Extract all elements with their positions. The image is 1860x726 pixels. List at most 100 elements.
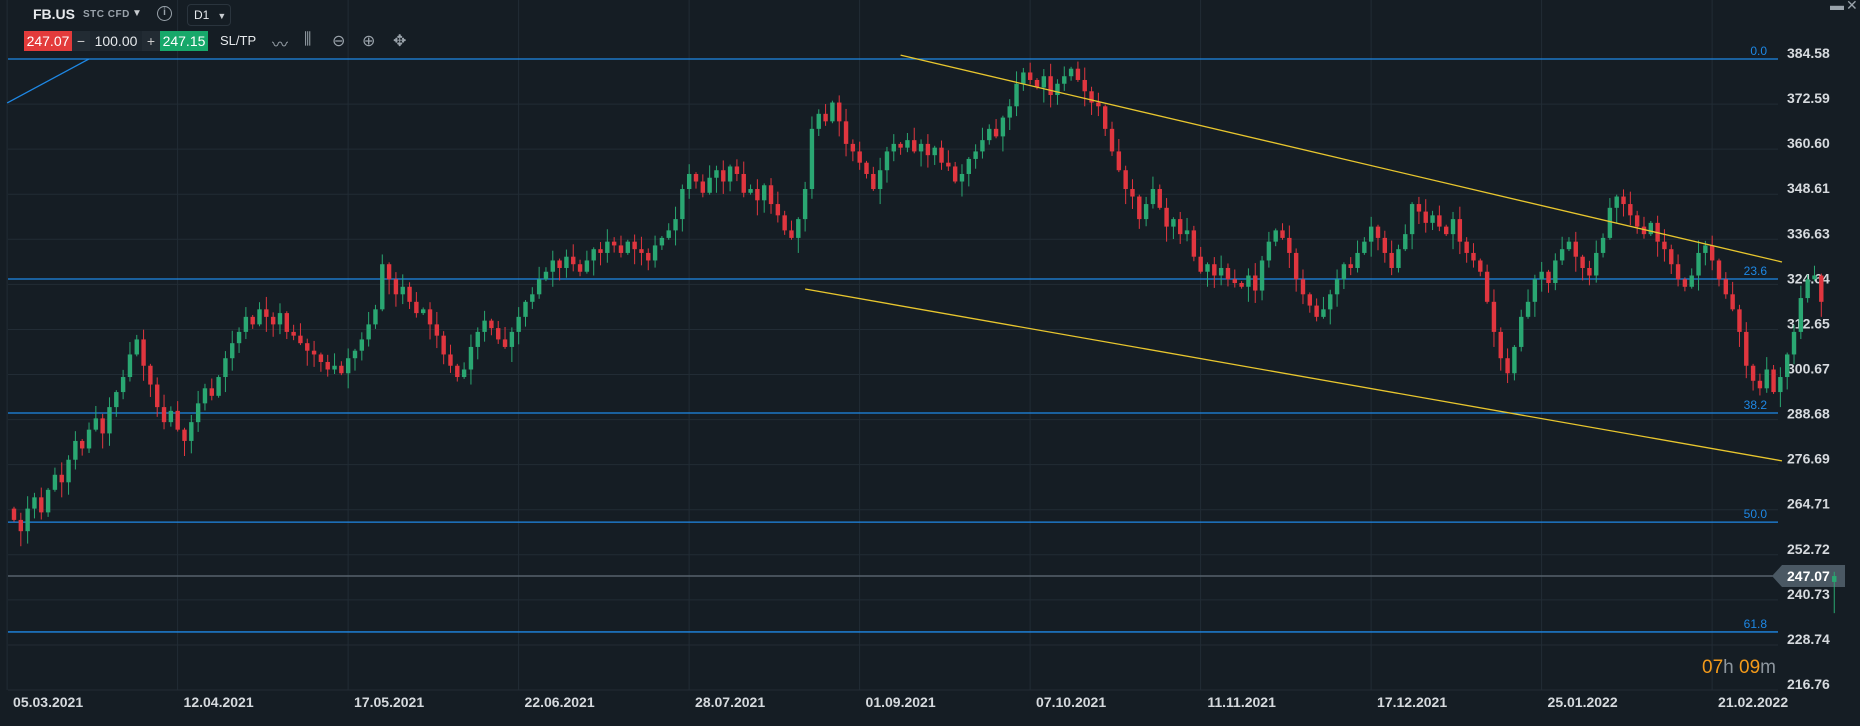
candle bbox=[393, 279, 399, 295]
fib-level-label: 38.2 bbox=[1744, 398, 1768, 412]
candle bbox=[659, 237, 665, 246]
sell-button[interactable]: 247.07 bbox=[24, 31, 72, 51]
candle bbox=[1259, 260, 1265, 291]
sltp-button[interactable]: SL/TP bbox=[220, 33, 256, 48]
zoom-out-icon[interactable]: ⊖ bbox=[332, 31, 345, 51]
candle bbox=[530, 294, 535, 302]
candle bbox=[782, 215, 787, 231]
info-icon[interactable]: i bbox=[157, 6, 172, 21]
price-chart[interactable]: 384.58372.59360.60348.61336.63324.64312.… bbox=[0, 0, 1860, 726]
candle bbox=[823, 113, 828, 122]
candle bbox=[1191, 230, 1197, 257]
timer-h-unit: h bbox=[1723, 657, 1734, 678]
candle bbox=[284, 313, 289, 332]
candle bbox=[311, 350, 317, 355]
candle bbox=[189, 422, 194, 441]
move-crosshair-icon[interactable]: ✥ bbox=[393, 31, 406, 51]
candle bbox=[1341, 264, 1347, 280]
candle bbox=[1764, 369, 1769, 389]
candle bbox=[1512, 346, 1517, 374]
candle bbox=[1000, 117, 1006, 137]
candle bbox=[1716, 260, 1722, 280]
candle bbox=[114, 392, 119, 408]
candle bbox=[1109, 128, 1115, 152]
candle bbox=[202, 388, 208, 404]
candle bbox=[1123, 170, 1128, 190]
price-tick-label: 312.65 bbox=[1787, 315, 1830, 331]
candle bbox=[1212, 264, 1217, 276]
quantity-input[interactable]: 100.00 bbox=[90, 31, 142, 51]
candle bbox=[625, 241, 630, 253]
candle bbox=[1403, 234, 1408, 250]
candle bbox=[66, 459, 71, 483]
candle bbox=[571, 256, 576, 265]
candle bbox=[1505, 358, 1510, 374]
date-tick-label: 05.03.2021 bbox=[13, 694, 83, 710]
close-icon[interactable]: ✕ bbox=[1846, 0, 1858, 14]
increase-quantity-button[interactable]: + bbox=[142, 31, 160, 51]
candle bbox=[727, 166, 733, 182]
minimize-icon[interactable]: ▬ bbox=[1830, 0, 1844, 13]
candle bbox=[714, 170, 719, 178]
price-tick-label: 372.59 bbox=[1787, 90, 1830, 106]
price-tick-label: 288.68 bbox=[1787, 406, 1830, 422]
price-tick-label: 276.69 bbox=[1787, 451, 1830, 467]
candle bbox=[1293, 252, 1299, 280]
candle bbox=[1430, 215, 1435, 223]
candle bbox=[325, 361, 330, 370]
candle bbox=[1164, 207, 1169, 227]
candle bbox=[1757, 380, 1763, 389]
candle bbox=[1273, 230, 1278, 242]
candle bbox=[107, 407, 112, 434]
candle bbox=[577, 264, 583, 272]
timer-hours: 07 bbox=[1702, 657, 1724, 678]
candle bbox=[502, 339, 508, 347]
candle bbox=[857, 151, 862, 163]
candle bbox=[1280, 230, 1285, 238]
candle bbox=[93, 418, 99, 430]
candle bbox=[1689, 275, 1694, 287]
candle bbox=[1396, 249, 1401, 268]
candle bbox=[1300, 279, 1306, 295]
candle bbox=[195, 403, 201, 423]
candle bbox=[1062, 76, 1067, 84]
candle bbox=[475, 331, 480, 347]
candle bbox=[1484, 271, 1490, 302]
timer-minutes: 09 bbox=[1739, 657, 1761, 678]
candle bbox=[830, 102, 835, 122]
candle bbox=[1491, 301, 1497, 332]
candlestick-chart-icon[interactable]: ⫼ bbox=[304, 31, 311, 49]
candle bbox=[877, 170, 883, 190]
candle bbox=[1525, 301, 1531, 317]
timeframe-select[interactable]: D1 ▼ bbox=[187, 4, 231, 26]
candle bbox=[1723, 279, 1729, 295]
zoom-in-icon[interactable]: ⊕ bbox=[362, 31, 375, 51]
candle bbox=[32, 497, 37, 509]
symbol-name[interactable]: FB.US bbox=[33, 6, 75, 22]
candle bbox=[734, 166, 740, 174]
candle bbox=[1669, 249, 1674, 265]
candle bbox=[939, 147, 944, 163]
candle bbox=[161, 407, 167, 423]
candle bbox=[59, 474, 64, 483]
date-tick-label: 17.05.2021 bbox=[354, 694, 424, 710]
candle bbox=[1553, 260, 1558, 284]
decrease-quantity-button[interactable]: − bbox=[72, 31, 90, 51]
candle bbox=[345, 358, 351, 374]
candle bbox=[1137, 196, 1142, 220]
buy-button[interactable]: 247.15 bbox=[160, 31, 208, 51]
line-chart-icon[interactable]: 〰 bbox=[272, 31, 288, 55]
candle bbox=[591, 249, 596, 261]
candle bbox=[652, 245, 658, 261]
candle bbox=[762, 185, 767, 201]
fib-level-label: 23.6 bbox=[1744, 264, 1768, 278]
candle bbox=[1355, 252, 1360, 268]
candle bbox=[270, 316, 276, 325]
candle bbox=[352, 350, 358, 359]
candle bbox=[1703, 245, 1708, 253]
symbol-dropdown-icon[interactable]: ▼ bbox=[132, 8, 142, 19]
candle bbox=[980, 140, 985, 152]
candle bbox=[1546, 271, 1551, 284]
candle bbox=[1334, 279, 1340, 295]
candle bbox=[120, 377, 126, 393]
